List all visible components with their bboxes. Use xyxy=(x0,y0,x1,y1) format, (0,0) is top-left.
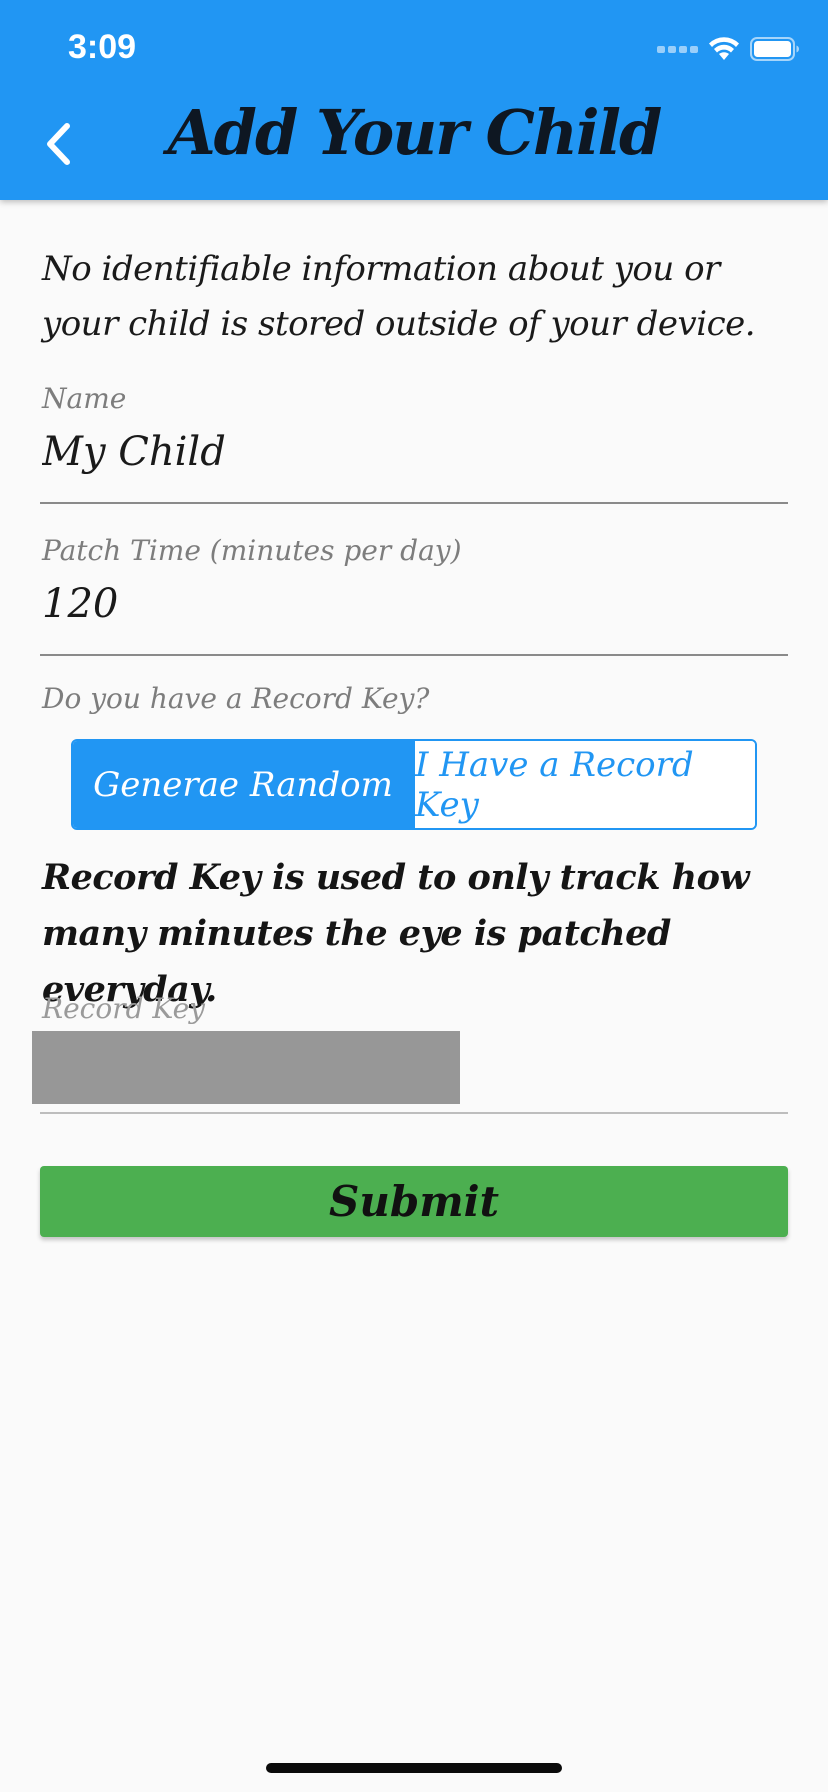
record-key-toggle-group: Generae Random I Have a Record Key xyxy=(71,739,757,830)
cellular-signal-icon xyxy=(657,45,698,53)
patch-time-field[interactable] xyxy=(42,576,782,632)
record-key-field-underline xyxy=(40,1112,788,1114)
status-time: 3:09 xyxy=(68,28,137,66)
patch-time-field-underline xyxy=(40,654,788,656)
wifi-icon xyxy=(709,37,739,60)
have-record-key-option[interactable]: I Have a Record Key xyxy=(413,741,755,828)
generate-random-option[interactable]: Generae Random xyxy=(73,741,413,828)
name-field-underline xyxy=(40,502,788,504)
record-key-question: Do you have a Record Key? xyxy=(42,682,430,715)
battery-icon xyxy=(750,37,799,61)
patch-time-field-label: Patch Time (minutes per day) xyxy=(42,534,462,567)
app-bar: 3:09 Add Your Child xyxy=(0,0,828,200)
status-icons xyxy=(657,34,800,64)
page-title: Add Your Child xyxy=(167,96,663,169)
submit-button[interactable]: Submit xyxy=(40,1166,788,1237)
name-field[interactable] xyxy=(42,424,782,480)
privacy-notice: No identifiable information about you or… xyxy=(42,249,756,344)
record-key-field-label: Record Key xyxy=(42,992,205,1025)
name-field-label: Name xyxy=(42,382,127,415)
home-indicator xyxy=(266,1763,562,1773)
add-child-screen: 3:09 Add Your Child No identifiable info… xyxy=(0,0,828,1792)
record-key-field[interactable] xyxy=(32,1031,460,1104)
